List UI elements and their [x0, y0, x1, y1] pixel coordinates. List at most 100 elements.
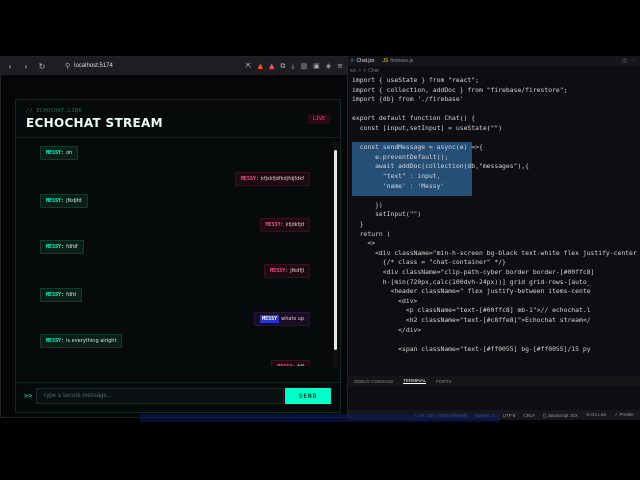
- tab-label: firebase.js: [390, 58, 414, 64]
- split-editor-icon[interactable]: ◫: [622, 58, 627, 64]
- url-text: localhost:5174: [74, 63, 113, 69]
- forward-icon[interactable]: ›: [21, 62, 31, 71]
- code-line: setInput(""): [352, 210, 422, 219]
- status-item[interactable]: ⊘ Go Live: [586, 412, 607, 418]
- terminal[interactable]: [348, 386, 640, 408]
- send-button[interactable]: SEND: [285, 388, 331, 404]
- reload-icon[interactable]: ↻: [37, 62, 47, 71]
- status-item[interactable]: UTF-8: [503, 413, 516, 418]
- message-bubble: MESSY: is everything alright: [40, 334, 123, 348]
- code-line: <div className="min-h-screen bg-black te…: [352, 248, 637, 257]
- code-line: 'name' : 'Messy': [352, 181, 445, 190]
- code-line: h-[min(720px,calc(100dvh-24px))] grid gr…: [352, 277, 591, 286]
- code-line: const [input,setInput] = useState(""): [352, 124, 503, 132]
- message-author: MESSY: [260, 315, 280, 323]
- message-author: MESSY:: [265, 222, 284, 228]
- code-line: <header className=" flex justify-between…: [352, 287, 591, 296]
- chat-panel: // ECHOCHAT.LINK ECHOCHAT STREAM LIVE ME…: [15, 99, 341, 413]
- message-text: kfjdkfjd: [285, 222, 304, 228]
- message-author: MESSY:: [277, 364, 295, 366]
- message-bubble: MESSY whats up: [254, 312, 310, 326]
- status-item[interactable]: ✓ Prettier: [614, 412, 634, 418]
- message-bubble: MESSY: fdfd: [40, 288, 82, 302]
- code-line: "text" : input,: [352, 172, 441, 180]
- code-line: <>: [352, 239, 376, 248]
- react-icon: ⚛: [350, 58, 355, 64]
- code-line: import {db} from './firebase': [352, 95, 464, 104]
- message-author: MESSY:: [46, 244, 65, 250]
- code-line: </div>: [352, 325, 422, 334]
- message-author: MESSY:: [46, 150, 65, 156]
- message-bubble: MESSY: oh: [40, 146, 79, 160]
- extensions-icon[interactable]: ⧉: [280, 62, 285, 71]
- code-line: e.preventDefault();: [352, 152, 449, 161]
- site-info-icon[interactable]: ⚲: [65, 62, 70, 70]
- prompt-icon: >>: [24, 392, 33, 400]
- message-text: oh: [66, 150, 73, 156]
- code-line: <h2 className="text-[#c8ffe8]">Echochat …: [352, 316, 591, 324]
- brave-rewards-icon[interactable]: ▲: [269, 62, 274, 70]
- js-icon: JS: [382, 58, 389, 64]
- panel-tabs: DEBUG CONSOLE TERMINAL PORTS: [348, 376, 640, 386]
- panel-tab[interactable]: DEBUG CONSOLE: [354, 379, 393, 384]
- message-list: MESSY: oh MESSY: kfjskfjdfkdjfdjfdkf MESSY: j…: [16, 140, 334, 366]
- editor-actions: ◫ ⋯: [622, 58, 640, 64]
- status-item[interactable]: CRLF: [523, 413, 535, 418]
- message-text: kfjskfjdfkdjfdjfdkf: [260, 176, 304, 182]
- status-item[interactable]: {} JavaScript JSX: [543, 413, 578, 418]
- code-line: <span className="text-[#ff0055] bg-[#ff0…: [352, 344, 591, 353]
- message-text: is everything alright: [66, 338, 117, 344]
- message-composer: >> SEND: [16, 382, 340, 412]
- tab-chat-jsx[interactable]: ⚛ Chat.jsx: [350, 58, 375, 64]
- share-icon[interactable]: ⇱: [246, 62, 252, 70]
- panel-tab[interactable]: TERMINAL: [403, 378, 427, 384]
- screen: ‹ › ↻ ⚲ localhost:5174 ⇱ ▲ ▲ ⧉ ⤓ ▥ ▣ ◈ ≡: [0, 0, 640, 480]
- message-text: jfkdfjl: [290, 268, 304, 274]
- breadcrumb[interactable]: src > ⚛ Chat: [350, 68, 379, 74]
- message-text: whats up: [281, 316, 304, 322]
- message-input[interactable]: [36, 388, 284, 404]
- message-bubble: MESSY: fdfdf: [40, 240, 84, 254]
- code-line: import { useState } from "react";: [352, 76, 479, 84]
- message-text: fdfdf: [66, 244, 78, 250]
- code-line: }: [352, 220, 364, 228]
- message-author: MESSY:: [46, 338, 65, 344]
- wallet-icon[interactable]: ▣: [313, 62, 320, 70]
- code-area[interactable]: import { useState } from "react"; import …: [348, 76, 640, 376]
- message-author: MESSY:: [46, 198, 65, 204]
- more-icon[interactable]: ⋯: [631, 58, 636, 64]
- code-line: <div>: [352, 296, 418, 305]
- code-line: {/* class = "chat-container" */}: [352, 258, 506, 267]
- menu-icon[interactable]: ≡: [337, 62, 343, 70]
- vpn-icon[interactable]: ◈: [326, 62, 331, 70]
- status-badge: LIVE: [307, 114, 330, 124]
- download-icon[interactable]: ⤓: [291, 62, 294, 71]
- browser-window: ‹ › ↻ ⚲ localhost:5174 ⇱ ▲ ▲ ⧉ ⤓ ▥ ▣ ◈ ≡: [0, 56, 348, 418]
- brave-shield-icon[interactable]: ▲: [258, 62, 263, 70]
- back-icon[interactable]: ‹: [5, 62, 15, 71]
- scrollbar[interactable]: [333, 142, 338, 368]
- code-editor: ⚛ Chat.jsx JS firebase.js ◫ ⋯ src > ⚛ Chat…: [348, 56, 640, 420]
- message-bubble: MESSY: jfkdjfd: [40, 194, 88, 208]
- scrollbar-thumb[interactable]: [334, 150, 337, 350]
- tab-label: Chat.jsx: [356, 58, 375, 64]
- sidebar-icon[interactable]: ▥: [300, 62, 307, 70]
- tab-firebase-js[interactable]: JS firebase.js: [383, 58, 414, 64]
- page-title: ECHOCHAT STREAM: [26, 116, 163, 130]
- code-line: import { collection, addDoc } from "fire…: [352, 85, 568, 94]
- code-line: export default function Chat() {: [352, 114, 476, 123]
- code-line: <p className="text-[#00ffc8] mb-1">// ec…: [352, 306, 591, 315]
- chat-kicker: // ECHOCHAT.LINK: [26, 108, 83, 114]
- chat-header: // ECHOCHAT.LINK ECHOCHAT STREAM LIVE: [16, 100, 340, 138]
- message-text: fdfd: [66, 292, 76, 298]
- page-content: // ECHOCHAT.LINK ECHOCHAT STREAM LIVE ME…: [1, 75, 347, 417]
- message-bubble: MESSY: kfjdkfjd: [259, 218, 310, 232]
- message-bubble: MESSY: jfkdfjl: [264, 264, 310, 278]
- editor-tabs: ⚛ Chat.jsx JS firebase.js ◫ ⋯: [348, 56, 640, 66]
- panel-tab[interactable]: PORTS: [436, 379, 451, 384]
- browser-extensions: ⇱ ▲ ▲ ⧉ ⤓ ▥ ▣ ◈ ≡: [246, 62, 343, 71]
- code-line: const sendMessage = async(e) =>{: [352, 143, 483, 152]
- message-author: MESSY:: [270, 268, 289, 274]
- address-bar[interactable]: ⚲ localhost:5174: [59, 60, 179, 72]
- code-line: }): [352, 200, 383, 209]
